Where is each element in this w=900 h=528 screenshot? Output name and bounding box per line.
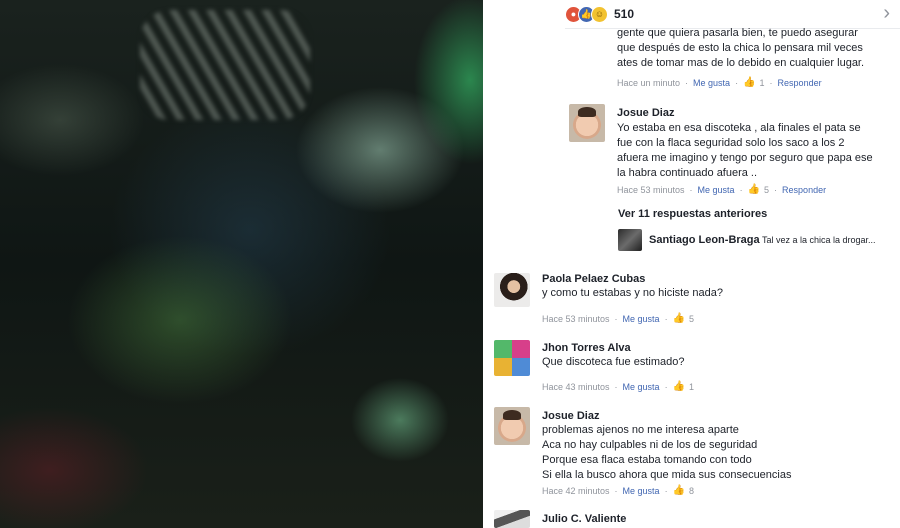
- like-count: 1: [759, 77, 765, 88]
- avatar[interactable]: [618, 229, 642, 251]
- comment-text: Yo estaba en esa discoteka , ala finales…: [617, 122, 873, 179]
- reaction-icons: ● 👍 ☺: [565, 5, 608, 23]
- thumbs-up-icon: 👍: [672, 381, 686, 392]
- comment-text: problemas ajenos no me interesa aparte A…: [542, 424, 792, 481]
- like-count: 5: [764, 184, 770, 195]
- comment-text: Que discoteca fue estimado?: [542, 356, 685, 368]
- comment-meta: Hace 42 minutos · Me gusta · 👍 8: [542, 485, 695, 496]
- like-button[interactable]: Me gusta: [623, 382, 660, 392]
- commenter-name[interactable]: Paola Pelaez Cubas: [542, 273, 645, 285]
- comment-text: gente que quiera pasarla bien, te puedo …: [617, 27, 865, 69]
- like-count: 1: [689, 381, 695, 392]
- like-button[interactable]: Me gusta: [623, 314, 660, 324]
- commenter-name[interactable]: Santiago Leon-Braga: [649, 234, 760, 246]
- thumbs-up-icon: 👍: [747, 184, 761, 195]
- like-button[interactable]: Me gusta: [698, 185, 735, 195]
- avatar[interactable]: [494, 407, 530, 445]
- timestamp: Hace un minuto: [617, 77, 681, 88]
- timestamp: Hace 53 minutos: [542, 313, 610, 324]
- commenter-name[interactable]: Josue Diaz: [617, 107, 674, 119]
- like-button[interactable]: Me gusta: [623, 486, 660, 496]
- video-frame: [0, 0, 483, 528]
- timestamp: Hace 42 minutos: [542, 485, 610, 496]
- comment-meta: Hace 43 minutos · Me gusta · 👍 1: [542, 381, 695, 392]
- avatar[interactable]: [494, 340, 530, 376]
- timestamp: Hace 43 minutos: [542, 381, 610, 392]
- avatar[interactable]: [569, 104, 605, 142]
- commenter-name[interactable]: Julio C. Valiente: [542, 513, 626, 525]
- chevron-right-icon[interactable]: ›: [883, 2, 890, 25]
- reaction-count: 510: [614, 7, 635, 21]
- avatar[interactable]: [494, 510, 530, 528]
- striped-shirt-blur: [140, 10, 310, 120]
- comment-text: y como tu estabas y no hiciste nada?: [542, 287, 723, 299]
- timestamp: Hace 53 minutos: [617, 184, 685, 195]
- thumbs-up-icon: 👍: [672, 485, 686, 496]
- avatar[interactable]: [494, 273, 530, 307]
- view-more-replies-link[interactable]: Ver 11 respuestas anteriores: [618, 208, 767, 220]
- reactions-bar[interactable]: ● 👍 ☺ 510 ›: [565, 0, 900, 29]
- comment-meta: Hace 53 minutos · Me gusta · 👍 5 · Respo…: [617, 184, 827, 195]
- comment-meta: Hace 53 minutos · Me gusta · 👍 5: [542, 313, 695, 324]
- reply-button[interactable]: Responder: [778, 78, 822, 88]
- comment-meta: Hace un minuto · Me gusta · 👍 1 · Respon…: [617, 77, 822, 88]
- thumbs-up-icon: 👍: [743, 77, 756, 88]
- comments-panel: ● 👍 ☺ 510 › gente que quiera pasarla bie…: [483, 0, 900, 528]
- haha-reaction-icon: ☺: [591, 5, 608, 23]
- like-count: 5: [689, 313, 695, 324]
- reply-preview-text[interactable]: Tal vez a la chica la drogar...: [762, 235, 876, 245]
- like-count: 8: [689, 485, 695, 496]
- commenter-name[interactable]: Jhon Torres Alva: [542, 342, 631, 354]
- reply-button[interactable]: Responder: [782, 185, 826, 195]
- thumbs-up-icon: 👍: [672, 313, 686, 324]
- like-button[interactable]: Me gusta: [693, 78, 730, 88]
- commenter-name[interactable]: Josue Diaz: [542, 410, 599, 422]
